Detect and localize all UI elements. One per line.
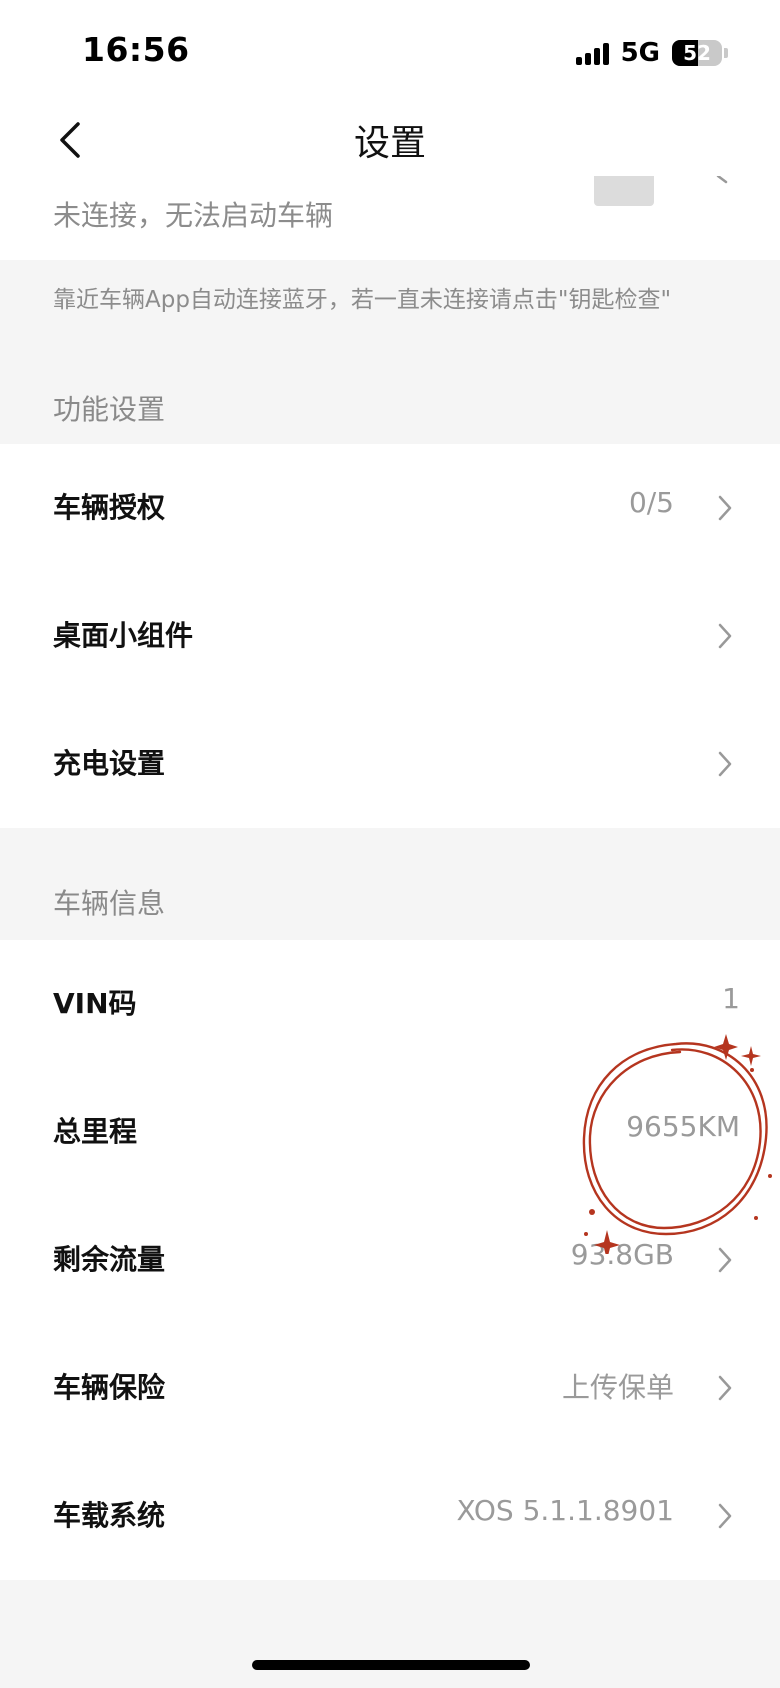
vehicle-info-group: VIN码 1 总里程 9655KM 剩余流量 93.8GB 车辆保险 上传保单 … (0, 940, 780, 1580)
network-type: 5G (620, 38, 660, 68)
row-label: 车辆保险 (53, 1371, 166, 1404)
row-label: 桌面小组件 (53, 619, 194, 652)
chevron-right-icon (718, 495, 732, 521)
section-header-function-settings: 功能设置 (53, 393, 166, 426)
row-label: 车辆授权 (53, 491, 166, 524)
nav-bar: 设置 (0, 100, 780, 176)
row-label: 车载系统 (53, 1499, 166, 1532)
row-label: 剩余流量 (53, 1243, 166, 1276)
row-value: 93.8GB (570, 1238, 674, 1271)
charging-settings-row[interactable]: 充电设置 (0, 700, 780, 828)
row-value: 0/5 (628, 486, 674, 519)
page-title: 设置 (353, 123, 426, 164)
signal-icon (575, 41, 609, 65)
chevron-right-icon (716, 176, 728, 184)
vehicle-insurance-row[interactable]: 车辆保险 上传保单 (0, 1324, 780, 1452)
vin-row[interactable]: VIN码 1 (0, 940, 780, 1068)
bluetooth-hint: 靠近车辆App自动连接蓝牙，若一直未连接请点击"钥匙检查" (53, 287, 672, 313)
key-status-text: 未连接，无法启动车辆 (53, 199, 334, 232)
row-label: 充电设置 (53, 747, 166, 780)
status-indicators: 5G 52 (575, 38, 728, 68)
section-header-vehicle-info: 车辆信息 (53, 887, 166, 920)
status-bar: 16:56 5G 52 (0, 0, 780, 100)
remaining-data-row[interactable]: 剩余流量 93.8GB (0, 1196, 780, 1324)
row-value: XOS 5.1.1.8901 (456, 1494, 674, 1527)
desktop-widget-row[interactable]: 桌面小组件 (0, 572, 780, 700)
row-value: 上传保单 (561, 1371, 674, 1404)
key-image (594, 176, 654, 206)
row-label: VIN码 (53, 987, 137, 1020)
vin-value: 1 (722, 982, 740, 1015)
digital-key-card[interactable]: 未连接，无法启动车辆 (0, 176, 780, 260)
status-time: 16:56 (82, 30, 190, 69)
vehicle-system-row[interactable]: 车载系统 XOS 5.1.1.8901 (0, 1452, 780, 1580)
battery-icon: 52 (672, 40, 722, 66)
chevron-right-icon (718, 1375, 732, 1401)
battery-level: 52 (683, 41, 711, 65)
chevron-right-icon (718, 1247, 732, 1273)
chevron-right-icon (718, 1503, 732, 1529)
row-label: 总里程 (53, 1115, 138, 1148)
function-settings-group: 车辆授权 0/5 桌面小组件 充电设置 (0, 444, 780, 828)
total-mileage-row: 总里程 9655KM (0, 1068, 780, 1196)
mileage-value: 9655KM (626, 1110, 740, 1143)
home-indicator (252, 1660, 530, 1670)
chevron-right-icon (718, 751, 732, 777)
chevron-right-icon (718, 623, 732, 649)
vehicle-authorization-row[interactable]: 车辆授权 0/5 (0, 444, 780, 572)
battery-tip (724, 48, 728, 58)
